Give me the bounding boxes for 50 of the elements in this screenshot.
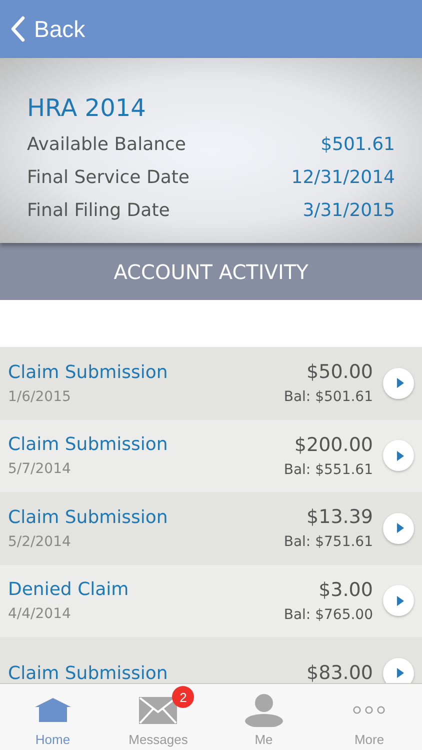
activity-balance: Bal: $501.61	[284, 389, 373, 406]
activity-date: 5/7/2014	[8, 461, 72, 478]
play-icon	[395, 377, 405, 390]
section-title: ACCOUNT ACTIVITY	[114, 260, 308, 284]
activity-amount: $50.00	[306, 361, 373, 384]
disclosure-button[interactable]	[383, 658, 414, 683]
activity-row[interactable]: Denied Claim 4/4/2014 $3.00 Bal: $765.00	[0, 564, 422, 637]
activity-row[interactable]: Claim Submission 1/6/2015 $50.00 Bal: $501.61	[0, 347, 422, 420]
field-value: $501.61	[320, 134, 395, 155]
field-label: Final Filing Date	[27, 200, 170, 221]
activity-title: Claim Submission	[8, 506, 169, 528]
activity-date: 4/4/2014	[8, 606, 72, 622]
play-icon	[395, 594, 405, 607]
envelope-icon	[138, 695, 178, 725]
tab[interactable]: 2 Messages	[106, 684, 211, 750]
field-value: 12/31/2014	[291, 167, 395, 188]
field-label: Available Balance	[27, 134, 186, 155]
house-icon	[32, 697, 73, 723]
activity-date: 1/6/2015	[8, 388, 72, 405]
activity-balance: Bal: $765.00	[284, 606, 373, 623]
activity-balance: Bal: $751.61	[284, 534, 373, 550]
back-button[interactable]: Back	[0, 15, 86, 43]
play-icon	[395, 667, 405, 680]
play-icon	[395, 450, 405, 462]
ellipsis-icon	[352, 705, 386, 715]
activity-title: Denied Claim	[8, 579, 130, 600]
disclosure-button[interactable]	[383, 512, 414, 544]
activity-title: Claim Submission	[8, 434, 169, 456]
person-icon	[244, 693, 284, 727]
activity-title: Claim Submission	[8, 662, 169, 683]
activity-balance: Bal: $551.61	[284, 462, 373, 478]
activity-amount: $3.00	[318, 578, 373, 601]
activity-row[interactable]: Claim Submission 5/2/2014 $13.39 Bal: $751.61	[0, 492, 422, 564]
activity-amount: $200.00	[294, 434, 373, 456]
field-value: 3/31/2015	[302, 200, 395, 221]
disclosure-button[interactable]	[383, 585, 414, 616]
notification-badge: 2	[172, 686, 194, 708]
disclosure-button[interactable]	[383, 368, 414, 399]
activity-row[interactable]: Claim Submission $83.00	[0, 637, 422, 683]
activity-amount: $83.00	[306, 662, 373, 683]
activity-date: 5/2/2014	[8, 534, 72, 550]
chevron-left-icon	[10, 15, 26, 43]
disclosure-button[interactable]	[383, 440, 414, 472]
tab[interactable]: Home	[0, 684, 106, 750]
activity-row[interactable]: Claim Submission 5/7/2014 $200.00 Bal: $551.61	[0, 420, 422, 492]
activity-title: Claim Submission	[8, 362, 169, 383]
field-label: Final Service Date	[27, 167, 190, 188]
account-title: HRA 2014	[27, 94, 147, 122]
play-icon	[395, 522, 405, 534]
activity-amount: $13.39	[306, 506, 373, 528]
